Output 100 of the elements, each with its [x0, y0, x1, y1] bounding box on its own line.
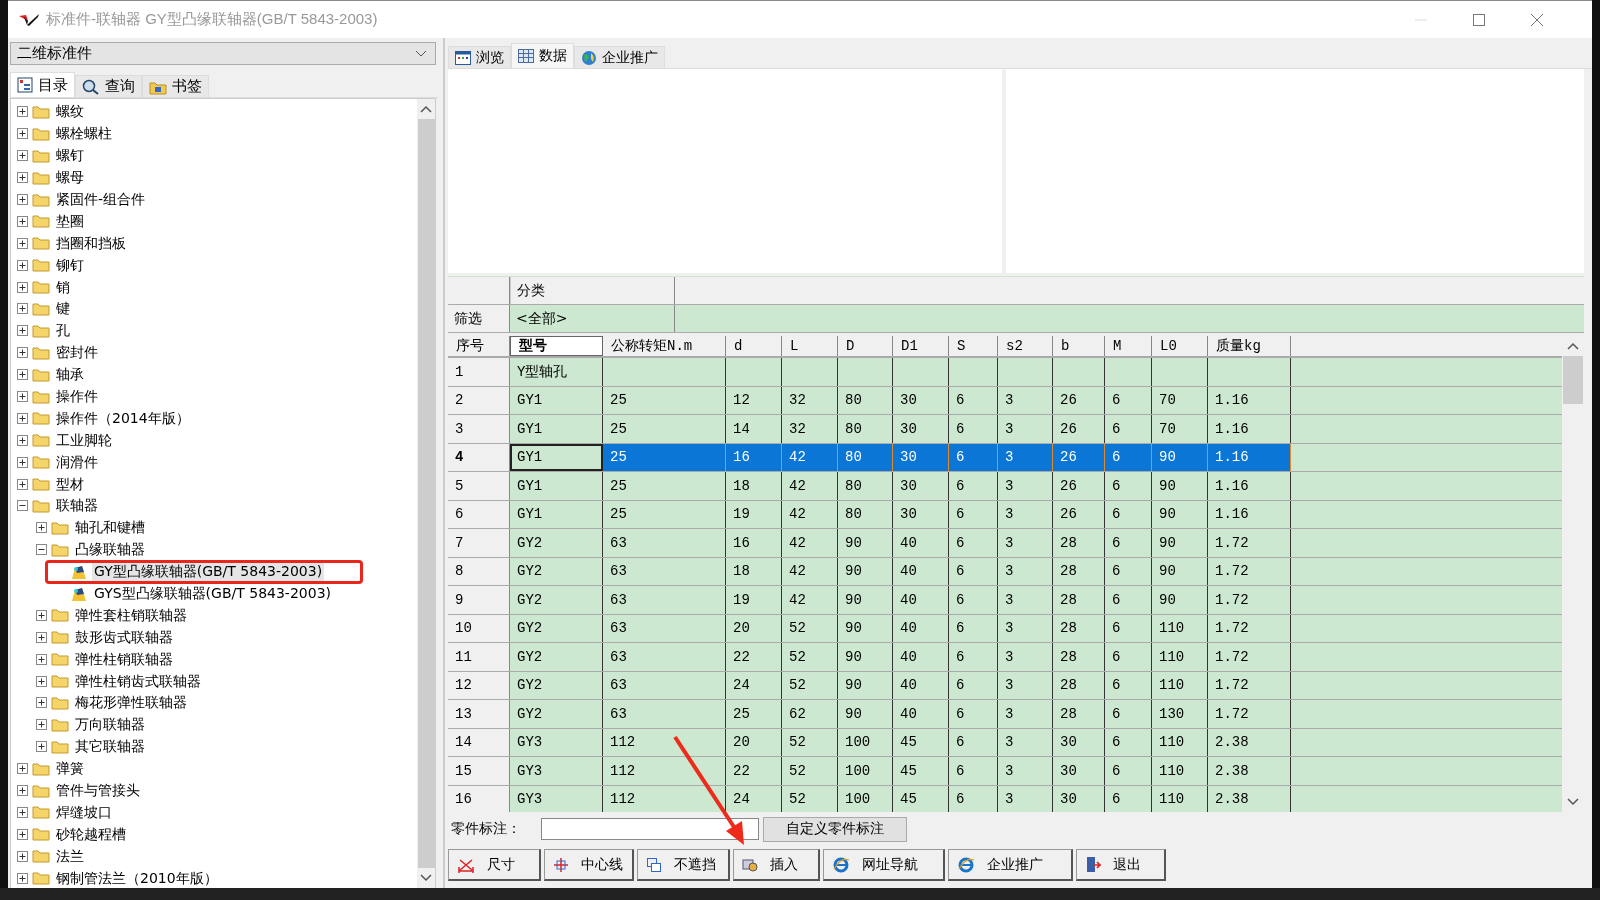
tree-item[interactable]: 鼓形齿式联轴器 — [73, 627, 175, 647]
tree-item[interactable]: 焊缝坡口 — [54, 802, 114, 822]
expander-icon[interactable] — [17, 303, 28, 315]
expander-icon[interactable] — [36, 741, 47, 753]
table-row[interactable]: 15 GY3 112 22 52 100 45 6 3 30 6 110 2.38 — [448, 757, 1562, 786]
expander-icon[interactable] — [17, 106, 28, 118]
column-header[interactable]: S — [949, 336, 998, 356]
column-header[interactable]: L0 — [1152, 336, 1208, 356]
tree-item[interactable]: 法兰 — [54, 846, 86, 866]
table-row[interactable]: 13 GY2 63 25 62 90 40 6 3 28 6 130 1.72 — [448, 700, 1562, 729]
expander-icon[interactable] — [17, 259, 28, 271]
table-row[interactable]: 11 GY2 63 22 52 90 40 6 3 28 6 110 1.72 — [448, 643, 1562, 672]
scroll-down-icon[interactable] — [1567, 798, 1579, 806]
column-header[interactable]: 型号 — [510, 336, 603, 356]
expander-icon[interactable] — [36, 609, 47, 621]
column-header[interactable]: d — [726, 336, 782, 356]
column-header[interactable]: D1 — [893, 336, 949, 356]
expander-icon[interactable] — [17, 391, 28, 402]
tree-item[interactable]: 管件与管接头 — [54, 781, 142, 801]
expander-icon[interactable] — [36, 544, 47, 556]
tab[interactable]: 企业推广 — [574, 46, 665, 68]
tree-item[interactable]: 螺钉 — [54, 146, 86, 166]
tree-item[interactable]: 挡圈和挡板 — [54, 233, 128, 253]
expander-icon[interactable] — [36, 697, 47, 709]
tree-item[interactable]: GYS型凸缘联轴器(GB/T 5843-2003) — [92, 584, 333, 604]
tab[interactable]: 目录 — [10, 72, 75, 97]
expander-icon[interactable] — [17, 215, 28, 227]
tab[interactable]: 查询 — [75, 75, 142, 97]
table-row[interactable]: 4 GY1 25 16 42 80 30 6 3 26 6 90 1.16 — [448, 443, 1562, 472]
column-header[interactable]: s2 — [998, 336, 1053, 356]
toolbar-button[interactable]: 尺寸 — [448, 849, 541, 881]
toolbar-button[interactable]: 网址导航 — [823, 849, 945, 881]
part-label-field[interactable] — [541, 818, 759, 840]
expander-icon[interactable] — [17, 412, 28, 424]
tree-item[interactable]: 凸缘联轴器 — [73, 540, 147, 560]
tab[interactable]: 浏览 — [448, 46, 511, 68]
column-header[interactable]: M — [1105, 336, 1152, 356]
close-icon[interactable] — [1530, 12, 1544, 27]
expander-icon[interactable] — [36, 675, 47, 687]
tree-item[interactable]: 砂轮越程槽 — [54, 824, 128, 844]
expander-icon[interactable] — [17, 172, 28, 184]
tree-item[interactable]: 弹性柱销联轴器 — [73, 649, 175, 669]
expander-icon[interactable] — [36, 631, 47, 643]
table-row[interactable]: 5 GY1 25 18 42 80 30 6 3 26 6 90 1.16 — [448, 472, 1562, 501]
expander-icon[interactable] — [17, 281, 28, 293]
tree-item[interactable]: 螺母 — [54, 168, 86, 188]
scroll-thumb[interactable] — [1563, 356, 1583, 404]
tree-item[interactable]: 销 — [54, 277, 72, 297]
tab[interactable]: 书签 — [142, 75, 209, 97]
toolbar-button[interactable]: 中心线 — [544, 849, 634, 881]
table-row[interactable]: 2 GY1 25 12 32 80 30 6 3 26 6 70 1.16 — [448, 386, 1562, 415]
column-header[interactable]: b — [1053, 336, 1105, 356]
expander-icon[interactable] — [17, 128, 28, 140]
tree-item[interactable]: 钢制管法兰（2010年版） — [54, 868, 220, 888]
tree-item[interactable]: 操作件 — [54, 387, 100, 406]
expander-icon[interactable] — [36, 719, 47, 731]
tree-item[interactable]: 弹性套柱销联轴器 — [73, 605, 189, 625]
tree-item[interactable]: 梅花形弹性联轴器 — [73, 693, 189, 713]
library-dropdown[interactable]: 二维标准件 — [10, 42, 436, 65]
table-row[interactable]: 3 GY1 25 14 32 80 30 6 3 26 6 70 1.16 — [448, 415, 1562, 444]
tab[interactable]: 数据 — [511, 43, 574, 68]
toolbar-button[interactable]: 退出 — [1076, 849, 1166, 881]
toolbar-button[interactable]: 不遮挡 — [637, 849, 730, 881]
expander-icon[interactable] — [17, 806, 28, 818]
tree-item[interactable]: 键 — [54, 299, 72, 319]
expander-icon[interactable] — [17, 785, 28, 797]
tree-item[interactable]: 弹簧 — [54, 759, 86, 779]
table-row[interactable]: 6 GY1 25 19 42 80 30 6 3 26 6 90 1.16 — [448, 500, 1562, 529]
custom-label-button[interactable]: 自定义零件标注 — [763, 816, 907, 842]
scroll-up-icon[interactable] — [1567, 342, 1579, 350]
expander-icon[interactable] — [17, 456, 28, 468]
tree-item[interactable]: 螺纹 — [54, 102, 86, 122]
toolbar-button[interactable]: 企业推广 — [948, 849, 1073, 881]
tree-item[interactable]: 垫圈 — [54, 211, 86, 231]
table-row[interactable]: 7 GY2 63 16 42 90 40 6 3 28 6 90 1.72 — [448, 529, 1562, 558]
tree-item[interactable]: 密封件 — [54, 343, 100, 363]
expander-icon[interactable] — [17, 237, 28, 249]
tree-item[interactable]: 其它联轴器 — [73, 737, 147, 757]
tree-item[interactable]: 铆钉 — [54, 255, 86, 275]
tree-item[interactable]: 万向联轴器 — [73, 715, 147, 735]
expander-icon[interactable] — [17, 150, 28, 162]
scroll-down-icon[interactable] — [420, 874, 432, 882]
tree-item[interactable]: 轴孔和键槽 — [73, 518, 147, 538]
expander-icon[interactable] — [17, 194, 28, 205]
column-header[interactable]: D — [838, 336, 893, 356]
tree-item[interactable]: 操作件（2014年版） — [54, 408, 192, 428]
scroll-up-icon[interactable] — [420, 105, 432, 113]
tree-item[interactable]: 孔 — [54, 321, 72, 341]
expander-icon[interactable] — [36, 522, 47, 534]
expander-icon[interactable] — [17, 763, 28, 775]
maximize-icon[interactable] — [1472, 12, 1486, 27]
expander-icon[interactable] — [17, 872, 28, 884]
table-row[interactable]: 8 GY2 63 18 42 90 40 6 3 28 6 90 1.72 — [448, 557, 1562, 586]
expander-icon[interactable] — [36, 653, 47, 665]
table-row[interactable]: 1 Y型轴孔 — [448, 358, 1562, 387]
table-row[interactable]: 10 GY2 63 20 52 90 40 6 3 28 6 110 1.72 — [448, 614, 1562, 643]
expander-icon[interactable] — [17, 828, 28, 840]
expander-icon[interactable] — [17, 434, 28, 446]
tree-item[interactable]: 紧固件-组合件 — [54, 190, 148, 209]
expander-icon[interactable] — [17, 325, 28, 337]
